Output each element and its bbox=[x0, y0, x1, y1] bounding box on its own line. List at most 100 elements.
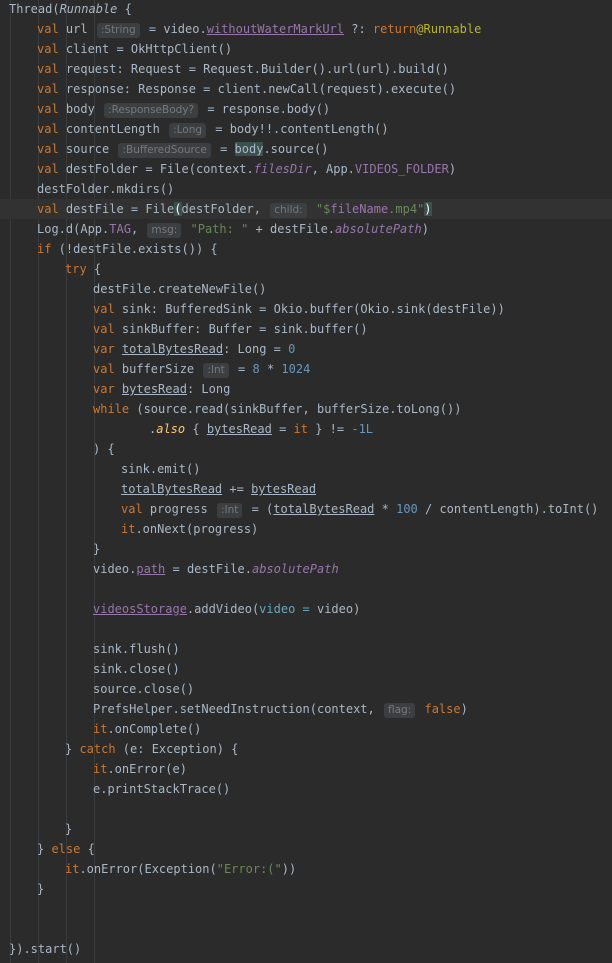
code-line[interactable] bbox=[0, 619, 612, 639]
code-token: @Runnable bbox=[416, 22, 482, 36]
code-token: progress bbox=[142, 502, 215, 516]
code-line[interactable]: val body :ResponseBody? = response.body(… bbox=[0, 99, 612, 119]
code-line[interactable]: } catch (e: Exception) { bbox=[0, 739, 612, 759]
code-line[interactable]: destFile.createNewFile() bbox=[0, 279, 612, 299]
code-line[interactable]: sink.close() bbox=[0, 659, 612, 679]
code-editor[interactable]: Thread(Runnable {val url :String = video… bbox=[0, 0, 612, 963]
code-token: .addVideo( bbox=[186, 602, 260, 616]
code-line[interactable]: } bbox=[0, 819, 612, 839]
code-token: it bbox=[293, 422, 308, 436]
code-token: destFolder.mkdirs() bbox=[37, 182, 175, 196]
code-line[interactable]: try { bbox=[0, 259, 612, 279]
code-line[interactable]: var totalBytesRead: Long = 0 bbox=[0, 339, 612, 359]
code-line[interactable] bbox=[0, 579, 612, 599]
code-line[interactable]: val bufferSize :Int = 8 * 1024 bbox=[0, 359, 612, 379]
code-token: .onComplete() bbox=[107, 722, 202, 736]
code-token: + destFile. bbox=[248, 222, 336, 236]
code-line[interactable]: val source :BufferedSource = body.source… bbox=[0, 139, 612, 159]
code-token: = bbox=[230, 362, 253, 376]
code-line[interactable]: source.close() bbox=[0, 679, 612, 699]
code-token: "$ bbox=[315, 202, 331, 216]
code-token: client = OkHttpClient() bbox=[58, 42, 233, 56]
code-line[interactable]: Log.d(App.TAG, msg: "Path: " + destFile.… bbox=[0, 219, 612, 239]
code-token: it bbox=[93, 762, 108, 776]
code-line[interactable]: val request: Request = Request.Builder()… bbox=[0, 59, 612, 79]
code-token: -1L bbox=[351, 422, 374, 436]
code-token: = destFile. bbox=[165, 562, 252, 576]
code-line[interactable] bbox=[0, 799, 612, 819]
code-token: it bbox=[65, 862, 80, 876]
code-token: .source() bbox=[263, 142, 329, 156]
code-line[interactable]: val client = OkHttpClient() bbox=[0, 39, 612, 59]
code-token: "Path: " bbox=[190, 222, 249, 236]
code-line[interactable]: .also { bytesRead = it } != -1L bbox=[0, 419, 612, 439]
code-token: * bbox=[259, 362, 282, 376]
code-line[interactable]: PrefsHelper.setNeedInstruction(context, … bbox=[0, 699, 612, 719]
inlay-hint: :Int bbox=[216, 503, 243, 518]
code-line[interactable]: sink.emit() bbox=[0, 459, 612, 479]
code-token: totalBytesRead bbox=[121, 342, 224, 356]
code-line[interactable]: video.path = destFile.absolutePath bbox=[0, 559, 612, 579]
code-line[interactable]: while (source.read(sinkBuffer, bufferSiz… bbox=[0, 399, 612, 419]
code-line[interactable]: sink.flush() bbox=[0, 639, 612, 659]
code-token: val bbox=[37, 102, 59, 116]
inlay-hint: :BufferedSource bbox=[118, 143, 211, 158]
code-token: val bbox=[121, 502, 143, 516]
code-token: totalBytesRead bbox=[121, 482, 223, 496]
code-token: e.printStackTrace() bbox=[93, 782, 231, 796]
code-line[interactable]: val contentLength :Long = body!!.content… bbox=[0, 119, 612, 139]
code-line[interactable]: Thread(Runnable { bbox=[0, 0, 612, 19]
code-line[interactable]: var bytesRead: Long bbox=[0, 379, 612, 399]
code-line[interactable]: it.onNext(progress) bbox=[0, 519, 612, 539]
code-line[interactable]: }).start() bbox=[0, 939, 612, 959]
code-line[interactable]: it.onComplete() bbox=[0, 719, 612, 739]
code-token: body bbox=[234, 142, 264, 156]
code-line[interactable]: val url :String = video.withoutWaterMark… bbox=[0, 19, 612, 39]
code-token: ) { bbox=[93, 442, 115, 456]
code-line[interactable]: videosStorage.addVideo(video = video) bbox=[0, 599, 612, 619]
code-token: , bbox=[130, 222, 146, 236]
code-token: catch bbox=[79, 742, 116, 756]
code-token: val bbox=[37, 202, 59, 216]
code-line[interactable]: if (!destFile.exists()) { bbox=[0, 239, 612, 259]
code-token: body bbox=[58, 102, 103, 116]
code-line[interactable]: val destFile = File(destFolder, child: "… bbox=[0, 199, 612, 219]
code-token: : Long = bbox=[223, 342, 289, 356]
code-token: .onError(e) bbox=[107, 762, 187, 776]
code-line[interactable] bbox=[0, 899, 612, 919]
inlay-hint: child: bbox=[270, 203, 307, 218]
code-token: )) bbox=[281, 862, 297, 876]
code-line[interactable]: val sink: BufferedSink = Okio.buffer(Oki… bbox=[0, 299, 612, 319]
code-line[interactable]: ) { bbox=[0, 439, 612, 459]
code-line[interactable]: val destFolder = File(context.filesDir, … bbox=[0, 159, 612, 179]
code-token: VIDEOS_FOLDER bbox=[354, 162, 449, 176]
code-token: video = bbox=[259, 602, 317, 616]
code-token: = ( bbox=[244, 502, 274, 516]
code-token: sink: BufferedSink = Okio.buffer(Okio.si… bbox=[114, 302, 505, 316]
code-line[interactable] bbox=[0, 919, 612, 939]
code-token: bufferSize bbox=[114, 362, 202, 376]
code-line[interactable]: it.onError(Exception("Error:(")) bbox=[0, 859, 612, 879]
code-line[interactable]: totalBytesRead += bytesRead bbox=[0, 479, 612, 499]
code-token: Thread( bbox=[9, 2, 60, 16]
code-token: destFile.createNewFile() bbox=[93, 282, 267, 296]
code-line[interactable]: it.onError(e) bbox=[0, 759, 612, 779]
code-line[interactable]: e.printStackTrace() bbox=[0, 779, 612, 799]
code-line[interactable]: } else { bbox=[0, 839, 612, 859]
code-line[interactable]: val response: Response = client.newCall(… bbox=[0, 79, 612, 99]
code-token: Log.d(App. bbox=[37, 222, 110, 236]
code-token: val bbox=[37, 82, 59, 96]
code-line[interactable]: val sinkBuffer: Buffer = sink.buffer() bbox=[0, 319, 612, 339]
code-line[interactable]: val progress :Int = (totalBytesRead * 10… bbox=[0, 499, 612, 519]
code-line[interactable]: } bbox=[0, 539, 612, 559]
code-line[interactable]: destFolder.mkdirs() bbox=[0, 179, 612, 199]
code-token: val bbox=[37, 22, 59, 36]
code-line[interactable]: } bbox=[0, 879, 612, 899]
inlay-hint: msg: bbox=[147, 223, 182, 238]
code-token: { bbox=[86, 262, 102, 276]
code-token: "Error:(" bbox=[216, 862, 282, 876]
code-token: { bbox=[185, 422, 207, 436]
